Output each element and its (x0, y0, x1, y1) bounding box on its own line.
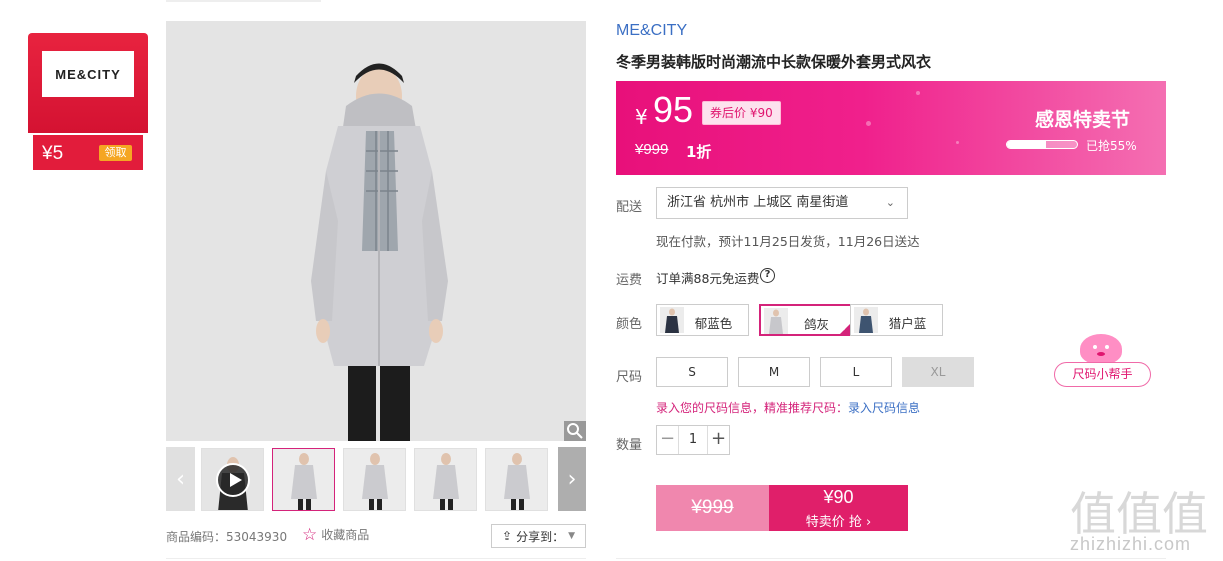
size-helper-label: 尺码小帮手 (1054, 362, 1151, 387)
thumbnail-next-button[interactable]: › (558, 447, 586, 511)
size-option-xl: XL (902, 357, 974, 387)
thumbnail-3[interactable] (343, 448, 406, 511)
freight-label: 运费 (616, 273, 643, 288)
buy-now-button[interactable]: ¥90 特卖价 抢 › (769, 485, 908, 531)
claim-coupon-button[interactable]: 领取 (99, 145, 132, 161)
size-label: 尺码 (616, 370, 643, 385)
color-label: 颜色 (616, 317, 643, 332)
buy-original-price: ¥999 (656, 485, 769, 531)
current-price: 95 (653, 89, 694, 130)
promo-banner: ¥ 95 券后价 ¥90 ¥999 1折 感恩特卖节 已抢55% (616, 81, 1166, 175)
quantity-increase-button[interactable]: + (707, 426, 729, 454)
chevron-down-icon: ▼ (568, 531, 575, 541)
coupon-perforation (36, 133, 140, 134)
color-name: 鸽灰 (803, 317, 829, 332)
sold-progress-bar (1006, 140, 1078, 149)
site-watermark: 值值值 zhizhizhi.com (1068, 478, 1218, 556)
sold-progress-fill (1007, 141, 1046, 148)
price-currency: ¥ (635, 105, 648, 129)
watermark-url: zhizhizhi.com (1070, 534, 1192, 554)
right-bottom-divider (616, 558, 1166, 559)
color-name: 郁蓝色 (694, 316, 733, 331)
after-coupon-price: 券后价 ¥90 (702, 101, 781, 125)
sold-progress-text: 已抢55% (1086, 139, 1137, 153)
original-price: ¥999 (635, 141, 669, 158)
share-label: 分享到： (516, 529, 565, 544)
chevron-down-icon: ⌄ (885, 196, 895, 209)
shipping-note: 现在付款，预计11月25日发货，11月26日送达 (656, 234, 920, 249)
share-button[interactable]: ⇪ 分享到： ▼ (491, 524, 586, 548)
quantity-stepper: − 1 + (656, 425, 730, 455)
size-helper[interactable]: 尺码小帮手 (1054, 332, 1151, 388)
event-title: 感恩特卖节 (1035, 109, 1131, 131)
mascot-icon (1080, 334, 1122, 364)
help-icon[interactable]: ? (760, 268, 775, 283)
check-icon: ✓ (841, 324, 849, 334)
zoom-icon[interactable] (564, 421, 586, 441)
color-option-dove-gray[interactable]: 鸽灰 ✓ (759, 304, 852, 336)
main-product-image[interactable] (166, 21, 586, 441)
size-option-m[interactable]: M (738, 357, 810, 387)
size-info-link[interactable]: 录入尺码信息 (848, 401, 920, 415)
size-tip: 录入您的尺码信息，精准推荐尺码：录入尺码信息 (656, 399, 920, 416)
top-divider (166, 0, 321, 2)
left-bottom-divider (166, 558, 586, 559)
size-option-l[interactable]: L (820, 357, 892, 387)
color-name: 猎户蓝 (888, 316, 927, 331)
delivery-address: 浙江省 杭州市 上城区 南星街道 (667, 195, 849, 210)
product-meta-row: 商品编码：53043930 ☆ 收藏商品 ⇪ 分享到： ▼ (166, 524, 586, 548)
buy-price: ¥90 (823, 487, 854, 507)
coupon-footer: ¥5 领取 (33, 135, 143, 170)
favorite-button[interactable]: ☆ 收藏商品 (302, 526, 369, 543)
product-title: 冬季男装韩版时尚潮流中长款保暖外套男式风衣 (616, 53, 932, 71)
buy-label: 特卖价 抢 › (805, 515, 872, 530)
store-coupon[interactable]: ME&CITY ¥5 领取 (28, 33, 148, 170)
color-option-orion-blue[interactable]: 猎户蓝 (850, 304, 943, 336)
discount-label: 1折 (686, 143, 712, 161)
color-option-navy[interactable]: 郁蓝色 (656, 304, 749, 336)
brand-name[interactable]: ME&CITY (616, 22, 687, 40)
play-icon (216, 463, 250, 497)
model-in-coat-image (166, 21, 586, 441)
size-option-s[interactable]: S (656, 357, 728, 387)
thumbnail-5[interactable] (485, 448, 548, 511)
buy-button-group: ¥999 ¥90 特卖价 抢 › (656, 485, 908, 531)
thumbnail-strip: ‹ › (166, 447, 586, 511)
quantity-label: 数量 (616, 438, 643, 453)
favorite-label: 收藏商品 (321, 528, 370, 542)
delivery-address-select[interactable]: 浙江省 杭州市 上城区 南星街道 ⌄ (656, 187, 908, 219)
thumbnail-2[interactable] (272, 448, 335, 511)
quantity-decrease-button[interactable]: − (657, 426, 679, 454)
product-page: ME&CITY ¥5 领取 ‹ › 商品编码：53043930 ☆ 收藏商品 ⇪… (0, 0, 1223, 561)
thumbnail-video[interactable] (201, 448, 264, 511)
thumbnail-prev-button[interactable]: ‹ (166, 447, 195, 511)
product-sku: 商品编码：53043930 (166, 530, 288, 544)
coupon-header: ME&CITY (28, 33, 148, 133)
share-icon: ⇪ (502, 529, 513, 543)
brand-logo: ME&CITY (42, 51, 134, 97)
freight-text: 订单满88元免运费 (656, 271, 760, 286)
delivery-label: 配送 (616, 200, 643, 215)
quantity-input[interactable]: 1 (679, 426, 707, 454)
coupon-amount: ¥5 (42, 143, 64, 164)
thumbnail-4[interactable] (414, 448, 477, 511)
star-icon: ☆ (302, 524, 318, 545)
size-tip-text: 录入您的尺码信息，精准推荐尺码： (656, 401, 849, 415)
